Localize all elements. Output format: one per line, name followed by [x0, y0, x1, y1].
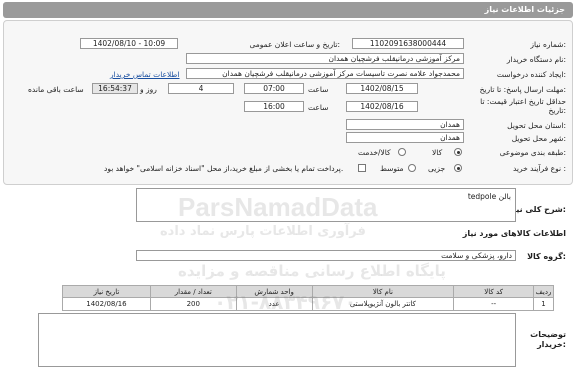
cell-row: 1: [533, 297, 554, 311]
send-deadline-label: مهلت ارسال پاسخ: تا تاریخ:: [479, 85, 566, 94]
days-label: روز و: [140, 85, 157, 94]
purchase-partial-radio[interactable]: [454, 164, 462, 172]
category-label: طبقه بندی موضوعی:: [499, 148, 566, 157]
need-number-field[interactable]: 1102091638000444: [352, 38, 464, 49]
send-time-field[interactable]: 07:00: [244, 83, 304, 94]
buyer-contact-link[interactable]: اطلاعات تماس خریدار: [110, 70, 180, 79]
treasury-payment-checkbox[interactable]: [358, 164, 366, 172]
cell-unit: عدد: [235, 297, 313, 311]
buyer-notes-label-line1: توضیحات: [530, 330, 566, 339]
cell-date: 1402/08/16: [62, 297, 151, 311]
table-row[interactable]: 1 -- کاتتر بالون آنژیوپلاستی عدد 200 140…: [62, 297, 554, 311]
send-time-label: ساعت: [308, 85, 329, 94]
buyer-org-field[interactable]: مرکز آموزشی درمانیقلب فرشچیان همدان: [186, 53, 464, 64]
goods-section-title: اطلاعات کالاهای مورد نیاز: [462, 229, 566, 238]
description-box[interactable]: بالن tedpole: [136, 188, 516, 222]
col-quantity: تعداد / مقدار: [149, 285, 237, 298]
description-text: بالن tedpole: [467, 192, 511, 201]
cell-code: --: [453, 297, 535, 311]
purchase-type-label: نوع فرآیند خرید :: [512, 164, 566, 173]
remaining-time-field: 16:54:37: [92, 83, 138, 94]
announce-date-label: تاریخ و ساعت اعلان عمومی:: [249, 40, 340, 49]
goods-group-field[interactable]: دارو، پزشکی و سلامت: [136, 250, 516, 261]
validity-label-line2: تاریخ:: [548, 106, 566, 115]
col-row: ردیف: [533, 285, 554, 298]
creator-label: ایجاد کننده درخواست:: [496, 70, 566, 79]
goods-table: ردیف کد کالا نام کالا واحد شمارش تعداد /…: [62, 285, 554, 311]
city-label: شهر محل تحویل:: [511, 134, 566, 143]
remaining-time-label: ساعت باقی مانده: [28, 85, 84, 94]
col-name: نام کالا: [311, 285, 455, 298]
page-header: جزئیات اطلاعات نیاز: [3, 2, 573, 18]
goods-table-header: ردیف کد کالا نام کالا واحد شمارش تعداد /…: [62, 285, 554, 298]
city-field[interactable]: همدان: [346, 132, 464, 143]
announce-date-field[interactable]: 1402/08/10 - 10:09: [80, 38, 178, 49]
watermark-line1: پایگاه اطلاع رسانی مناقصه و مزایده: [178, 262, 446, 280]
col-code: کد کالا: [453, 285, 535, 298]
purchase-medium-radio[interactable]: [408, 164, 416, 172]
page-title: جزئیات اطلاعات نیاز: [484, 5, 565, 14]
province-label: استان محل تحویل:: [507, 121, 566, 130]
category-goods-label: کالا: [432, 148, 443, 157]
buyer-notes-label-line2: خریدار:: [537, 340, 566, 349]
validity-time-field[interactable]: 16:00: [244, 101, 304, 112]
buyer-org-label: نام دستگاه خریدار:: [506, 55, 566, 64]
buyer-notes-box[interactable]: [38, 313, 516, 367]
watermark-line2: فرآوری اطلاعات پارس نماد داده: [160, 224, 366, 239]
days-remaining-field[interactable]: 4: [168, 83, 234, 94]
send-date-field[interactable]: 1402/08/15: [346, 83, 418, 94]
goods-group-label: گروه کالا:: [527, 252, 566, 261]
cell-name: کاتتر بالون آنژیوپلاستی: [311, 297, 455, 311]
category-goods-service-label: کالا/خدمت: [358, 148, 391, 157]
description-label: شرح کلی نیاز:: [508, 205, 566, 214]
category-goods-service-radio[interactable]: [398, 148, 406, 156]
category-goods-radio[interactable]: [454, 148, 462, 156]
treasury-payment-note: پرداخت تمام یا بخشی از مبلغ خرید،از محل …: [104, 164, 344, 173]
col-unit: واحد شمارش: [235, 285, 313, 298]
purchase-partial-label: جزیی: [428, 164, 446, 173]
validity-time-label: ساعت: [308, 103, 329, 112]
creator-field[interactable]: محمدجواد علامه نصرت تاسیسات مرکز آموزشی …: [186, 68, 464, 79]
validity-label-line1: حداقل تاریخ اعتبار قیمت: تا: [480, 97, 566, 106]
col-date: تاریخ نیاز: [62, 285, 151, 298]
cell-quantity: 200: [149, 297, 237, 311]
province-field[interactable]: همدان: [346, 119, 464, 130]
validity-date-field[interactable]: 1402/08/16: [346, 101, 418, 112]
need-number-label: شماره نیاز:: [530, 40, 566, 49]
purchase-medium-label: متوسط: [380, 164, 404, 173]
